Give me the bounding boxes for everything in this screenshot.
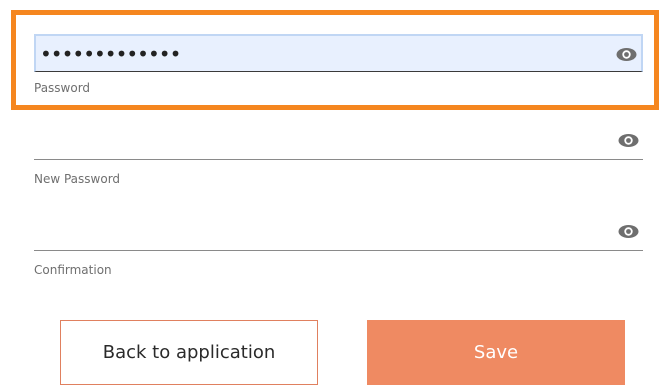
eye-icon[interactable] <box>618 224 639 239</box>
eye-icon[interactable] <box>616 47 637 62</box>
new-password-label: New Password <box>34 172 121 186</box>
eye-icon[interactable] <box>618 133 639 148</box>
new-password-input[interactable] <box>34 122 643 160</box>
confirmation-input[interactable] <box>34 213 643 251</box>
confirmation-label: Confirmation <box>34 263 112 277</box>
confirmation-field: Confirmation <box>34 213 643 277</box>
password-value: ••••••••••••• <box>40 42 181 66</box>
password-input[interactable]: ••••••••••••• <box>34 34 643 72</box>
password-field: ••••••••••••• Password <box>34 34 643 95</box>
change-password-form: ••••••••••••• Password New Password Conf… <box>0 0 661 385</box>
new-password-field: New Password <box>34 122 643 186</box>
back-to-application-button[interactable]: Back to application <box>60 320 318 385</box>
password-label: Password <box>34 81 91 95</box>
save-button[interactable]: Save <box>367 320 625 385</box>
